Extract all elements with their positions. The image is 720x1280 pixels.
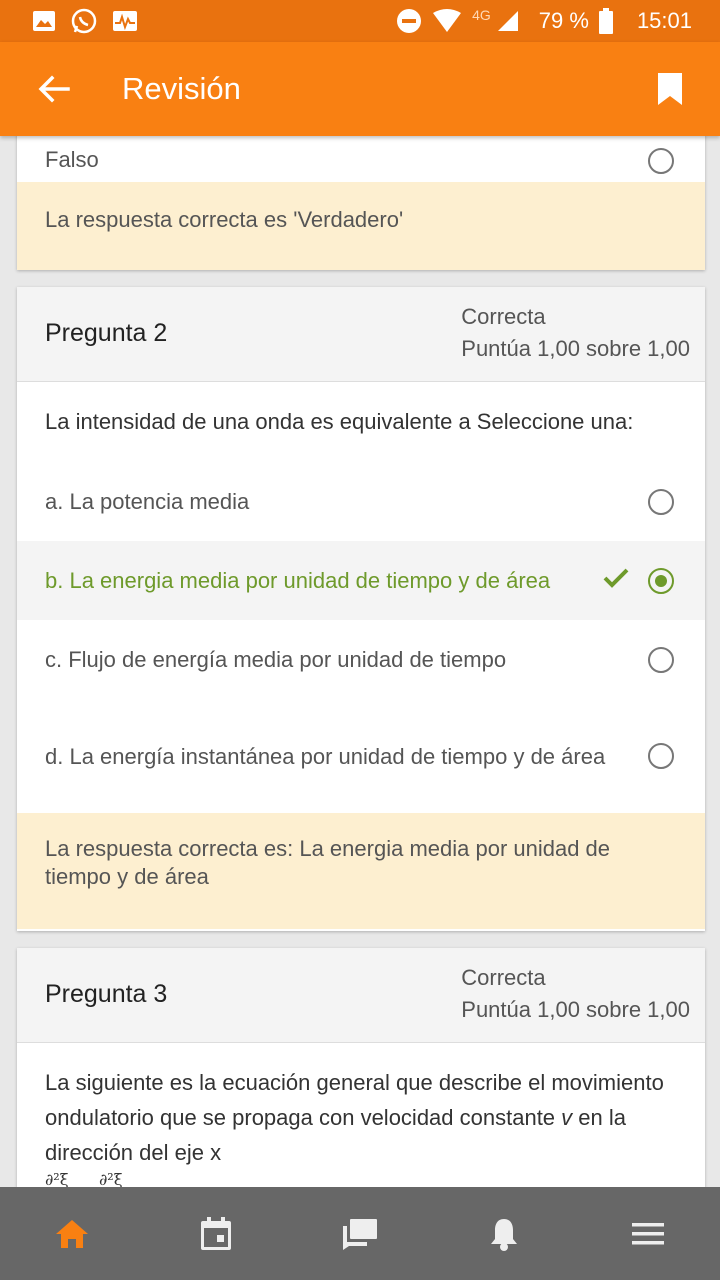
grade-label: Puntúa 1,00 sobre 1,00 (461, 997, 690, 1022)
question-card-3: Pregunta 3 Correcta Puntúa 1,00 sobre 1,… (17, 948, 705, 1187)
radio-button[interactable] (648, 488, 674, 515)
review-content[interactable]: Falso La respuesta correcta es 'Verdader… (0, 136, 720, 1187)
question-title: Pregunta 2 (45, 319, 168, 347)
question-title: Pregunta 3 (45, 980, 168, 1008)
arrow-left-icon (38, 75, 70, 103)
question-header: Pregunta 3 Correcta Puntúa 1,00 sobre 1,… (17, 948, 705, 1043)
option-label: Falso (45, 147, 99, 172)
question-state: Correcta Puntúa 1,00 sobre 1,00 (461, 962, 690, 1026)
question-card-1: Falso La respuesta correcta es 'Verdader… (17, 136, 705, 270)
whatsapp-notification-icon (70, 7, 98, 35)
page-title: Revisión (122, 71, 241, 106)
network-type: 4G (472, 7, 491, 23)
option-label: c. Flujo de energía media por unidad de … (45, 647, 507, 672)
option-falso[interactable]: Falso (17, 136, 705, 182)
home-icon (56, 1219, 88, 1248)
question-text: La siguiente es la ecuación general que … (17, 1043, 705, 1170)
nav-home[interactable] (32, 1194, 112, 1274)
do-not-disturb-icon (396, 8, 422, 34)
feedback-box: La respuesta correcta es: La energia med… (17, 813, 705, 929)
status-bar: 4G 79 % 15:01 (0, 0, 720, 42)
option-d[interactable]: d. La energía instantánea por unidad de … (17, 699, 705, 813)
app-bar: Revisión (0, 42, 720, 136)
grade-label: Puntúa 1,00 sobre 1,00 (461, 336, 690, 361)
activity-notification-icon (112, 10, 138, 32)
question-text: La intensidad de una onda es equivalente… (45, 409, 634, 434)
state-label: Correcta (461, 304, 546, 329)
back-button[interactable] (24, 59, 84, 119)
feedback-text: La respuesta correcta es 'Verdadero' (45, 207, 404, 232)
gallery-notification-icon (32, 10, 56, 32)
option-a[interactable]: a. La potencia media (17, 462, 705, 541)
radio-button-checked[interactable] (648, 567, 674, 594)
clock: 15:01 (636, 8, 692, 33)
bookmark-icon (658, 73, 682, 105)
messages-icon (343, 1218, 377, 1250)
bell-icon (491, 1218, 517, 1251)
option-b[interactable]: b. La energia media por unidad de tiempo… (17, 541, 705, 620)
option-c[interactable]: c. Flujo de energía media por unidad de … (17, 620, 705, 699)
option-label: a. La potencia media (45, 489, 250, 514)
option-label: b. La energia media por unidad de tiempo… (45, 568, 551, 593)
question-header: Pregunta 2 Correcta Puntúa 1,00 sobre 1,… (17, 287, 705, 382)
radio-button[interactable] (648, 148, 674, 174)
wave-equation: ∂²ξ ∂²ξ (45, 1170, 123, 1187)
radio-button[interactable] (648, 743, 674, 769)
calendar-icon (201, 1216, 231, 1250)
battery-icon (598, 8, 613, 34)
nav-menu[interactable] (608, 1194, 688, 1274)
feedback-box: La respuesta correcta es 'Verdadero' (17, 182, 705, 270)
menu-icon (632, 1222, 664, 1244)
nav-messages[interactable] (320, 1194, 400, 1274)
bookmark-button[interactable] (640, 59, 700, 119)
bottom-navigation (0, 1187, 720, 1280)
signal-icon (497, 10, 519, 32)
checkmark-icon (603, 568, 629, 594)
feedback-text: La respuesta correcta es: La energia med… (45, 836, 611, 889)
state-label: Correcta (461, 965, 546, 990)
battery-percentage: 79 % (538, 8, 589, 33)
radio-button[interactable] (648, 646, 674, 673)
question-card-2: Pregunta 2 Correcta Puntúa 1,00 sobre 1,… (17, 287, 705, 931)
nav-notifications[interactable] (464, 1194, 544, 1274)
velocity-variable: v (561, 1105, 573, 1130)
nav-calendar[interactable] (176, 1194, 256, 1274)
option-label: d. La energía instantánea por unidad de … (45, 743, 606, 769)
question-state: Correcta Puntúa 1,00 sobre 1,00 (461, 301, 690, 365)
wifi-icon (432, 9, 462, 33)
